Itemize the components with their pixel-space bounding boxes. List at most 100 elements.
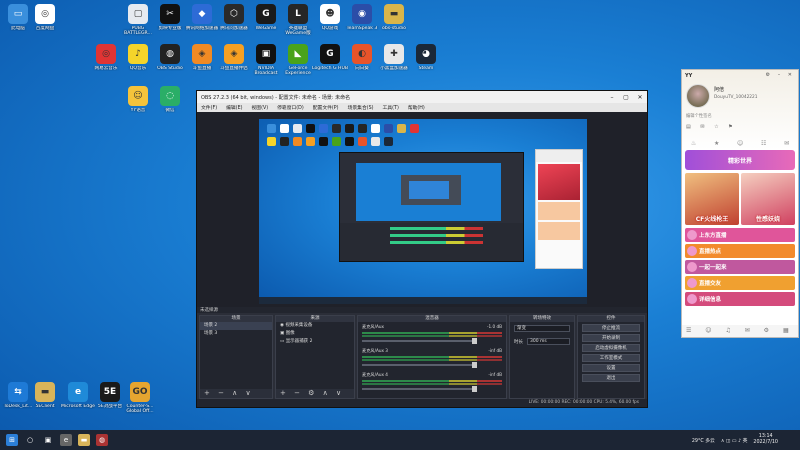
controls-title: 控件 xyxy=(578,316,644,322)
exit-button[interactable]: 退出 xyxy=(582,374,640,382)
obs-taskbar-icon[interactable]: ◍ xyxy=(96,434,108,446)
stop-streaming-button[interactable]: 停止推流 xyxy=(582,324,640,332)
source-item[interactable]: ◉ 视频采集设备 xyxy=(276,322,354,330)
scene-item[interactable]: 场景 2 xyxy=(200,322,272,330)
volume-slider[interactable] xyxy=(362,362,477,368)
minimize-icon[interactable]: – xyxy=(605,94,619,101)
window-controls[interactable]: ⚙ – ✕ xyxy=(766,72,795,78)
desktop-icon[interactable]: ◌ 微信 xyxy=(150,86,190,113)
edge-icon[interactable]: e xyxy=(60,434,72,446)
mixer-track[interactable]: 麦克风/Aux 4 -inf dB xyxy=(358,370,506,394)
preview-mini-icon xyxy=(293,137,302,146)
obs-statusbar: LIVE: 00:00:00 REC: 00:00:00 CPU: 5.4%, … xyxy=(197,399,647,407)
app-icon: ◉ xyxy=(352,4,372,24)
person-icon[interactable]: ☺ xyxy=(737,140,743,147)
desktop-icon-label: obs-studio xyxy=(382,26,406,31)
signature[interactable]: 编辑个性签名 xyxy=(686,113,712,119)
yy-banner[interactable]: 精彩世界 xyxy=(685,150,795,170)
feed-item[interactable]: 直播热点 xyxy=(685,244,795,258)
scenes-toolbar[interactable]: + − ∧ ∨ xyxy=(200,389,272,398)
app-icon: G xyxy=(256,4,276,24)
feed-item[interactable]: 上东方直播 xyxy=(685,228,795,242)
desktop-icon[interactable]: ◎ 百度网盘 xyxy=(25,4,65,31)
menu-file[interactable]: 文件(F) xyxy=(201,104,217,111)
studio-mode-button[interactable]: 工作室模式 xyxy=(582,354,640,362)
menu-help[interactable]: 帮助(H) xyxy=(408,104,425,111)
app-icon: GO xyxy=(130,382,150,402)
transitions-dock: 转场特效 渐变 时长 300 ms xyxy=(509,315,575,399)
taskbar: ⊞ ○ ▣ e ▬ ◍ 29°C 多云 ∧ ◫ ▭ ♪ 英 13:14 2022… xyxy=(0,430,800,450)
app-icon: ✚ xyxy=(384,44,404,64)
folder-icon[interactable]: ▬ xyxy=(78,434,90,446)
menu-tools[interactable]: 工具(T) xyxy=(383,104,399,111)
maximize-icon[interactable]: ▢ xyxy=(619,94,633,101)
sources-toolbar[interactable]: + − ⚙ ∧ ∨ xyxy=(276,389,354,398)
app-icon: 5E xyxy=(100,382,120,402)
desktop-icon-label: 百度网盘 xyxy=(35,26,55,31)
search-icon[interactable]: ○ xyxy=(24,434,36,446)
app-icon: ◕ xyxy=(416,44,436,64)
scene-item[interactable]: 场景 3 xyxy=(200,330,272,338)
obs-window[interactable]: OBS 27.2.3 (64 bit, windows) - 配置文件: 未命名… xyxy=(196,90,648,408)
menu-view[interactable]: 视图(V) xyxy=(251,104,268,111)
fire-icon[interactable]: ♨ xyxy=(691,140,696,147)
yy-footer[interactable]: ☰ ☺ ♫ ✉ ⚙ ▦ xyxy=(682,325,798,337)
preview-mini-icon xyxy=(319,137,328,146)
app-icon: ◎ xyxy=(96,44,116,64)
preview-yy-window xyxy=(535,149,583,269)
preview-mini-icon xyxy=(293,124,302,133)
obs-titlebar[interactable]: OBS 27.2.3 (64 bit, windows) - 配置文件: 未命名… xyxy=(197,91,647,103)
clock[interactable]: 13:14 2022/7/10 xyxy=(753,434,778,446)
weather[interactable]: 29°C 多云 xyxy=(692,437,715,444)
app-icon: ♪ xyxy=(128,44,148,64)
desktop-icon[interactable]: ▬ obs-studio xyxy=(374,4,414,31)
start-icon[interactable]: ⊞ xyxy=(6,434,18,446)
obs-preview-canvas[interactable] xyxy=(259,119,587,304)
source-item[interactable]: ▭ 显示器捕获 2 xyxy=(276,338,354,346)
app-icon: ▬ xyxy=(384,4,404,24)
yy-window[interactable]: YY ⚙ – ✕ 阿倍 DouyuTV_10042221 编辑个性签名 ▤ ✉ … xyxy=(681,69,799,338)
duration-field[interactable]: 时长 300 ms xyxy=(510,335,574,348)
app-icon: ⬡ xyxy=(224,4,244,24)
user-id: DouyuTV_10042221 xyxy=(714,95,758,100)
mixer-track[interactable]: 麦克风/Aux -1.0 dB xyxy=(358,322,506,346)
no-source-selected: 未选择源 xyxy=(197,307,647,313)
menu-scene-collection[interactable]: 场景集合(S) xyxy=(348,104,374,111)
preview-mini-icon xyxy=(384,137,393,146)
system-tray: 29°C 多云 ∧ ◫ ▭ ♪ 英 13:14 2022/7/10 xyxy=(692,430,800,450)
tray-icons[interactable]: ∧ ◫ ▭ ♪ 英 xyxy=(721,437,748,444)
preview-taskbar xyxy=(259,297,587,304)
group-icon[interactable]: ☷ xyxy=(761,140,766,147)
stream-thumb[interactable]: CF火线枪王 xyxy=(685,173,739,225)
transition-select[interactable]: 渐变 xyxy=(510,322,574,335)
sources-dock: 来源 ◉ 视频采集设备 ▣ 图像 ▭ 显示器捕获 2 + − ⚙ ∧ ∨ xyxy=(275,315,355,399)
star-icon[interactable]: ★ xyxy=(714,140,719,147)
yy-feed: 上东方直播 直播热点 一起一起来 直播交友 详细信息 xyxy=(685,228,795,306)
stream-thumb[interactable]: 性感妖娆 xyxy=(741,173,795,225)
tool-icons[interactable]: ▤ ✉ ☆ ⚑ xyxy=(686,124,737,130)
menu-profile[interactable]: 配置文件(P) xyxy=(313,104,339,111)
start-virtual-camera-button[interactable]: 启动虚拟摄像机 xyxy=(582,344,640,352)
app-icon: ◣ xyxy=(288,44,308,64)
volume-slider[interactable] xyxy=(362,338,477,344)
source-item[interactable]: ▣ 图像 xyxy=(276,330,354,338)
avatar[interactable] xyxy=(686,84,710,108)
menu-docks[interactable]: 停靠窗口(D) xyxy=(277,104,304,111)
obs-title: OBS 27.2.3 (64 bit, windows) - 配置文件: 未命名… xyxy=(201,94,351,101)
feed-item[interactable]: 一起一起来 xyxy=(685,260,795,274)
feed-item[interactable]: 直播交友 xyxy=(685,276,795,290)
close-icon[interactable]: ✕ xyxy=(633,94,647,101)
menu-edit[interactable]: 编辑(E) xyxy=(226,104,242,111)
message-icon[interactable]: ✉ xyxy=(784,140,789,147)
start-recording-button[interactable]: 开始录制 xyxy=(582,334,640,342)
app-icon: ☻ xyxy=(320,4,340,24)
user-name: 阿倍 xyxy=(714,87,725,93)
task-view-icon[interactable]: ▣ xyxy=(42,434,54,446)
desktop-icon[interactable]: GO Counter-S... Global Off... xyxy=(120,382,160,415)
desktop-icon[interactable]: ◕ Steam xyxy=(406,44,446,71)
mixer-track[interactable]: 麦克风/Aux 3 -inf dB xyxy=(358,346,506,370)
settings-button[interactable]: 设置 xyxy=(582,364,640,372)
preview-mini-icon xyxy=(371,137,380,146)
feed-item[interactable]: 详细信息 xyxy=(685,292,795,306)
volume-slider[interactable] xyxy=(362,386,477,392)
